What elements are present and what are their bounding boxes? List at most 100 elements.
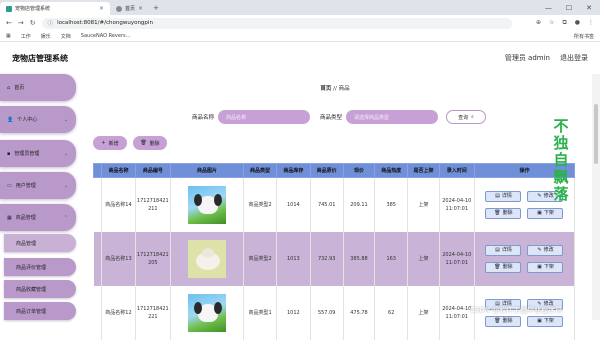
bookmark-item[interactable]: SauceNAO Revers...	[81, 33, 131, 39]
row-checkbox[interactable]	[93, 177, 103, 232]
tab-label: 宠物店管理系统	[15, 6, 51, 12]
all-bookmarks[interactable]: 所有书签	[574, 33, 594, 40]
sidebar-item-home[interactable]: ⌂ 首页	[0, 74, 76, 101]
breadcrumb-home[interactable]: 首页	[320, 86, 331, 92]
page-scrollbar[interactable]	[592, 74, 600, 320]
add-button[interactable]: + 新增	[93, 136, 127, 150]
window-controls: — ☐ ✕	[545, 4, 600, 12]
close-tab-icon[interactable]: ×	[138, 5, 143, 12]
edit-icon: ✎	[537, 193, 542, 200]
maximize-icon[interactable]: ☐	[566, 4, 572, 12]
chevron-up-icon: ⌃	[63, 214, 68, 221]
type-select[interactable]: 请选择商品类型	[346, 110, 439, 124]
users-icon: ▭	[7, 182, 12, 189]
edit-button[interactable]: ✎ 修改	[527, 244, 564, 256]
chevron-down-icon: ⌄	[63, 150, 68, 157]
offshelf-label: 下架	[543, 318, 554, 324]
offshelf-button[interactable]: ▣ 下架	[527, 315, 564, 327]
search-icon: ⌕	[471, 114, 474, 120]
offshelf-button[interactable]: ▣ 下架	[527, 261, 564, 273]
apps-icon[interactable]: ▦	[6, 33, 11, 39]
sidebar-subitem-favorites[interactable]: 商品收藏管理	[4, 280, 76, 298]
menu-icon[interactable]: ⋮	[588, 19, 594, 27]
detail-button[interactable]: ▤ 详情	[485, 244, 522, 256]
bookmark-item[interactable]: 娱乐	[41, 33, 51, 40]
query-button[interactable]: 查询 ⌕	[446, 110, 487, 124]
cell-heat: 163	[374, 231, 409, 286]
sidebar-subitem-reviews[interactable]: 商品评价管理	[4, 258, 76, 276]
sidebar-item-products[interactable]: ▦ 商品管理 ⌃	[0, 204, 76, 231]
sidebar-item-admins[interactable]: ▪ 管理员管理 ⌄	[0, 140, 76, 167]
product-image[interactable]	[187, 239, 226, 278]
cell-name: 商品名称13	[101, 231, 136, 286]
column-header: 商品编号	[134, 163, 172, 178]
favicon-icon	[6, 5, 12, 12]
product-image[interactable]	[187, 293, 226, 332]
row-delete-button[interactable]: 🗑 删除	[485, 315, 522, 327]
back-icon[interactable]: ←	[6, 19, 12, 27]
scrollbar-thumb[interactable]	[594, 104, 598, 164]
browser-tab-active[interactable]: 宠物店管理系统 ×	[0, 2, 110, 15]
breadcrumb: 首页 // 商品	[78, 84, 592, 92]
sidebar-item-label: 管理员管理	[14, 151, 40, 157]
browser-titlebar: 宠物店管理系统 × 首页 × + — ☐ ✕	[0, 0, 600, 15]
row-checkbox[interactable]	[93, 285, 103, 340]
table-row[interactable]: 商品名称14 1712718421211 商品类型2 1014 745.01 2…	[93, 177, 576, 232]
row-checkbox[interactable]	[93, 231, 103, 286]
cell-price: 385.88	[343, 231, 376, 286]
url-field[interactable]: ⓘ localhost:8081/#/chongwuyongpin	[41, 17, 512, 29]
offshelf-icon: ▣	[537, 210, 542, 217]
column-header: 商品库存	[276, 163, 311, 178]
reload-icon[interactable]: ↻	[30, 19, 36, 27]
sidebar-subitem-label: 商品管理	[16, 240, 37, 247]
browser-tab[interactable]: 首页 ×	[110, 2, 149, 15]
offshelf-icon: ▣	[537, 318, 542, 324]
cell-photo	[170, 231, 244, 286]
sidebar-subitem-products[interactable]: 商品管理	[4, 234, 76, 252]
table-row[interactable]: 商品名称13 1712718421205 商品类型2 1013 732.93 3…	[93, 231, 576, 286]
close-tab-icon[interactable]: ×	[99, 5, 104, 12]
logout-link[interactable]: 退出登录	[560, 53, 588, 63]
select-all-checkbox[interactable]	[92, 163, 103, 178]
forward-icon[interactable]: →	[18, 19, 24, 27]
row-delete-button[interactable]: 🗑 删除	[485, 261, 522, 273]
delete-button[interactable]: 🗑 删除	[133, 136, 167, 150]
row-delete-label: 删除	[502, 318, 513, 324]
main-content: 首页 // 商品 商品名称 商品名称 商品类型 请选择商品类型 查询 ⌕ + 新…	[78, 74, 592, 340]
cell-price: 475.78	[343, 285, 376, 340]
cell-orig-price: 745.01	[310, 177, 344, 232]
type-placeholder: 请选择商品类型	[354, 114, 390, 121]
close-window-icon[interactable]: ✕	[586, 4, 592, 12]
cell-code: 1712718421205	[135, 231, 172, 286]
new-tab-icon[interactable]: +	[153, 4, 159, 12]
sidebar-item-users[interactable]: ▭ 用户管理 ⌄	[0, 172, 76, 199]
name-search-input[interactable]: 商品名称	[218, 110, 311, 124]
cell-heat: 62	[374, 285, 409, 340]
profile-icon[interactable]: ●	[575, 19, 580, 27]
offshelf-icon: ▣	[537, 264, 542, 270]
extensions-icon[interactable]: ⧉	[562, 19, 566, 27]
grid-icon: ▦	[7, 214, 12, 221]
cell-stock: 1013	[276, 231, 311, 286]
offshelf-label: 下架	[543, 210, 554, 217]
column-header: 是否上架	[407, 163, 440, 178]
minimize-icon[interactable]: —	[545, 4, 552, 12]
sidebar-item-profile[interactable]: 👤 个人中心 ⌄	[0, 106, 76, 133]
row-delete-button[interactable]: 🗑 删除	[485, 207, 522, 219]
translate-icon[interactable]: ⊕	[536, 19, 541, 27]
offshelf-button[interactable]: ▣ 下架	[527, 207, 564, 219]
sidebar-subitem-orders[interactable]: 商品订单管理	[4, 302, 76, 320]
star-icon[interactable]: ☆	[549, 19, 554, 27]
bookmark-item[interactable]: 工作	[21, 33, 31, 40]
app-title: 宠物店管理系统	[12, 53, 68, 63]
url-text: localhost:8081/#/chongwuyongpin	[57, 20, 153, 26]
product-image[interactable]	[187, 185, 226, 224]
user-icon: 👤	[7, 116, 14, 123]
app-header: 宠物店管理系统 管理员 admin 退出登录	[0, 42, 600, 74]
bookmark-item[interactable]: 文档	[61, 33, 71, 40]
cell-ops: ▤ 详情 ✎ 修改 🗑 删除 ▣ 下架	[474, 231, 576, 286]
detail-button[interactable]: ▤ 详情	[485, 190, 522, 202]
detail-label: 详情	[501, 193, 512, 200]
trash-icon: 🗑	[494, 318, 501, 324]
chevron-down-icon: ⌄	[63, 116, 68, 123]
